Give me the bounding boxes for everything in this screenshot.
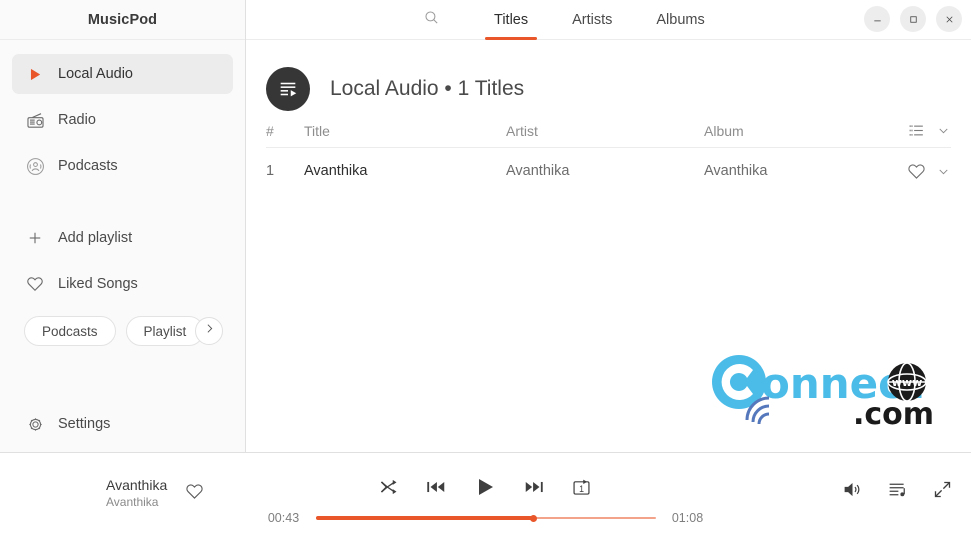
queue-list-icon[interactable] (907, 121, 926, 140)
tab-titles[interactable]: Titles (472, 0, 550, 40)
main-area: MusicPod Local Audio Radio Podcasts Add … (0, 0, 971, 452)
sidebar-item-local-audio[interactable]: Local Audio (12, 54, 233, 94)
row-title: Avanthika (304, 163, 368, 179)
page-header: Local Audio • 1 Titles (246, 40, 971, 114)
view-tabs: Titles Artists Albums (472, 0, 727, 40)
liked-songs-button[interactable]: Liked Songs (12, 264, 233, 304)
chevron-right-icon (203, 322, 216, 340)
chevron-down-icon[interactable] (936, 164, 951, 179)
settings-label: Settings (58, 416, 111, 432)
progress-knob[interactable] (530, 514, 538, 522)
column-header-title: Title (304, 122, 330, 139)
chevron-down-icon[interactable] (936, 123, 951, 138)
sidebar-item-podcasts[interactable]: Podcasts (12, 146, 233, 186)
table-row[interactable]: 1 Avanthika Avanthika Avanthika (266, 148, 951, 194)
player-right-controls (842, 479, 953, 500)
shuffle-button[interactable] (379, 477, 399, 497)
transport-controls: 1 (0, 475, 971, 499)
musicpod-window: MusicPod Local Audio Radio Podcasts Add … (0, 0, 971, 536)
sidebar-item-settings[interactable]: Settings (12, 404, 233, 444)
page-title: Local Audio • 1 Titles (330, 77, 525, 100)
minimize-button[interactable] (864, 6, 890, 32)
column-header-number: # (266, 122, 274, 139)
progress-fill (315, 516, 534, 520)
close-button[interactable] (936, 6, 962, 32)
seek-area: 00:43 01:08 (0, 511, 971, 525)
svg-text:1: 1 (579, 483, 584, 493)
play-triangle-icon (26, 66, 52, 83)
repeat-one-button[interactable]: 1 (571, 477, 592, 498)
add-playlist-label: Add playlist (58, 230, 133, 246)
settings-row: Settings (0, 404, 245, 444)
window-controls (864, 6, 962, 32)
progress-slider[interactable] (315, 511, 656, 525)
previous-button[interactable] (425, 476, 447, 498)
sidebar: MusicPod Local Audio Radio Podcasts Add … (0, 0, 246, 452)
maximize-button[interactable] (900, 6, 926, 32)
row-artist: Avanthika (506, 163, 570, 179)
sidebar-scroll: Local Audio Radio Podcasts Add playlist … (0, 40, 245, 452)
svg-text:www: www (892, 376, 923, 389)
total-time: 01:08 (671, 511, 704, 525)
svg-text:onnect: onnect (761, 359, 923, 408)
gear-icon (26, 415, 52, 434)
chip-podcasts[interactable]: Podcasts (24, 316, 116, 346)
content-area: Titles Artists Albums Local Audio • 1 Ti… (246, 0, 971, 452)
radio-icon (26, 111, 52, 130)
liked-songs-label: Liked Songs (58, 276, 138, 292)
tab-albums-label: Albums (656, 11, 705, 28)
tab-artists[interactable]: Artists (550, 0, 634, 40)
row-actions (883, 162, 951, 181)
chip-row: Podcasts Playlist (0, 314, 245, 348)
tracks-table: # Title Artist Album 1 Avanthika Avanthi… (246, 114, 971, 194)
table-header-actions (883, 121, 951, 140)
heart-icon (26, 275, 52, 293)
sidebar-item-radio-label: Radio (58, 112, 96, 128)
row-album: Avanthika (704, 163, 768, 179)
connect-com-watermark: onnect www .com (703, 348, 939, 438)
svg-text:.com: .com (853, 397, 934, 432)
sidebar-divider-gap (0, 192, 245, 218)
column-header-album: Album (704, 122, 744, 139)
playlist-play-icon (266, 67, 310, 111)
heart-icon[interactable] (907, 162, 926, 181)
sidebar-item-local-audio-label: Local Audio (58, 66, 133, 82)
sidebar-item-radio[interactable]: Radio (12, 100, 233, 140)
top-toolbar: Titles Artists Albums (246, 0, 971, 40)
chip-scroll-next-button[interactable] (195, 317, 223, 345)
player-bar: Avanthika Avanthika 1 00:43 01:08 (0, 452, 971, 536)
elapsed-time: 00:43 (267, 511, 300, 525)
sidebar-item-podcasts-label: Podcasts (58, 158, 118, 174)
next-button[interactable] (523, 476, 545, 498)
app-title: MusicPod (0, 0, 245, 40)
fullscreen-button[interactable] (932, 479, 953, 500)
chip-playlist[interactable]: Playlist (125, 316, 205, 346)
search-icon (423, 9, 440, 31)
table-header-row: # Title Artist Album (266, 114, 951, 148)
tab-albums[interactable]: Albums (634, 0, 726, 40)
play-button[interactable] (473, 475, 497, 499)
chip-playlist-label: Playlist (143, 323, 187, 339)
row-number: 1 (266, 163, 275, 179)
column-header-artist: Artist (506, 122, 538, 139)
podcast-icon (26, 157, 52, 176)
search-button[interactable] (416, 5, 446, 35)
add-playlist-button[interactable]: Add playlist (12, 218, 233, 258)
tab-artists-label: Artists (572, 11, 613, 28)
volume-button[interactable] (842, 479, 863, 500)
plus-icon (26, 229, 52, 247)
tab-titles-label: Titles (494, 11, 529, 28)
queue-music-icon[interactable] (887, 479, 908, 500)
chip-podcasts-label: Podcasts (42, 323, 98, 339)
